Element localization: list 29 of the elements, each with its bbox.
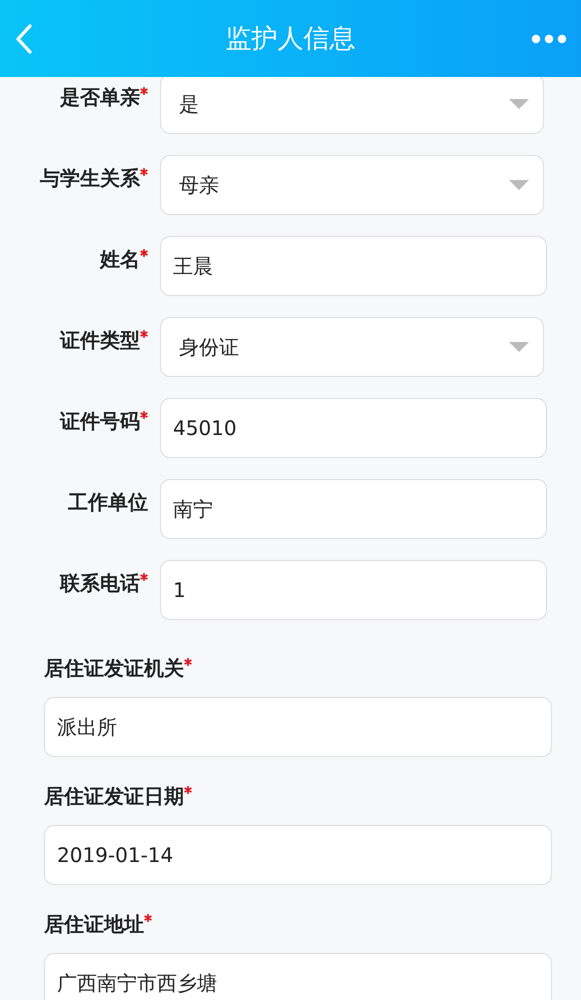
select-field[interactable]: 身份证: [160, 317, 544, 377]
input-field[interactable]: 1: [160, 560, 547, 620]
select-field[interactable]: 是: [160, 74, 544, 134]
input-field[interactable]: 2019-01-14: [44, 825, 552, 885]
dropdown-caret-icon: [509, 180, 529, 190]
page-title: 监护人信息: [226, 23, 356, 56]
field-label: 联系电话: [60, 570, 140, 596]
select-field[interactable]: 母亲: [160, 155, 544, 215]
field-value: 身份证: [179, 334, 239, 360]
field-label: 工作单位: [68, 488, 148, 516]
dropdown-caret-icon: [509, 99, 529, 109]
input-field[interactable]: 王晨: [160, 236, 547, 296]
field-label: 姓名: [100, 246, 140, 272]
field-value: 是: [179, 90, 199, 118]
field-label: 居住证发证日期: [44, 783, 184, 810]
field-label: 证件类型: [60, 326, 140, 354]
input-field[interactable]: 派出所: [44, 697, 552, 757]
field-label: 居住证地址: [44, 911, 144, 938]
back-icon[interactable]: [14, 22, 34, 54]
field-label: 居住证发证机关: [44, 655, 184, 682]
field-label: 证件号码: [60, 408, 140, 434]
dropdown-caret-icon: [509, 342, 529, 352]
input-field[interactable]: 广西南宁市西乡塘: [44, 953, 552, 1000]
field-label: 与学生关系: [40, 164, 140, 192]
more-icon[interactable]: [531, 34, 567, 44]
input-field[interactable]: 45010: [160, 398, 547, 458]
input-field[interactable]: 南宁: [160, 479, 547, 539]
field-value: 母亲: [179, 172, 219, 198]
field-label: 是否单亲: [60, 84, 140, 110]
